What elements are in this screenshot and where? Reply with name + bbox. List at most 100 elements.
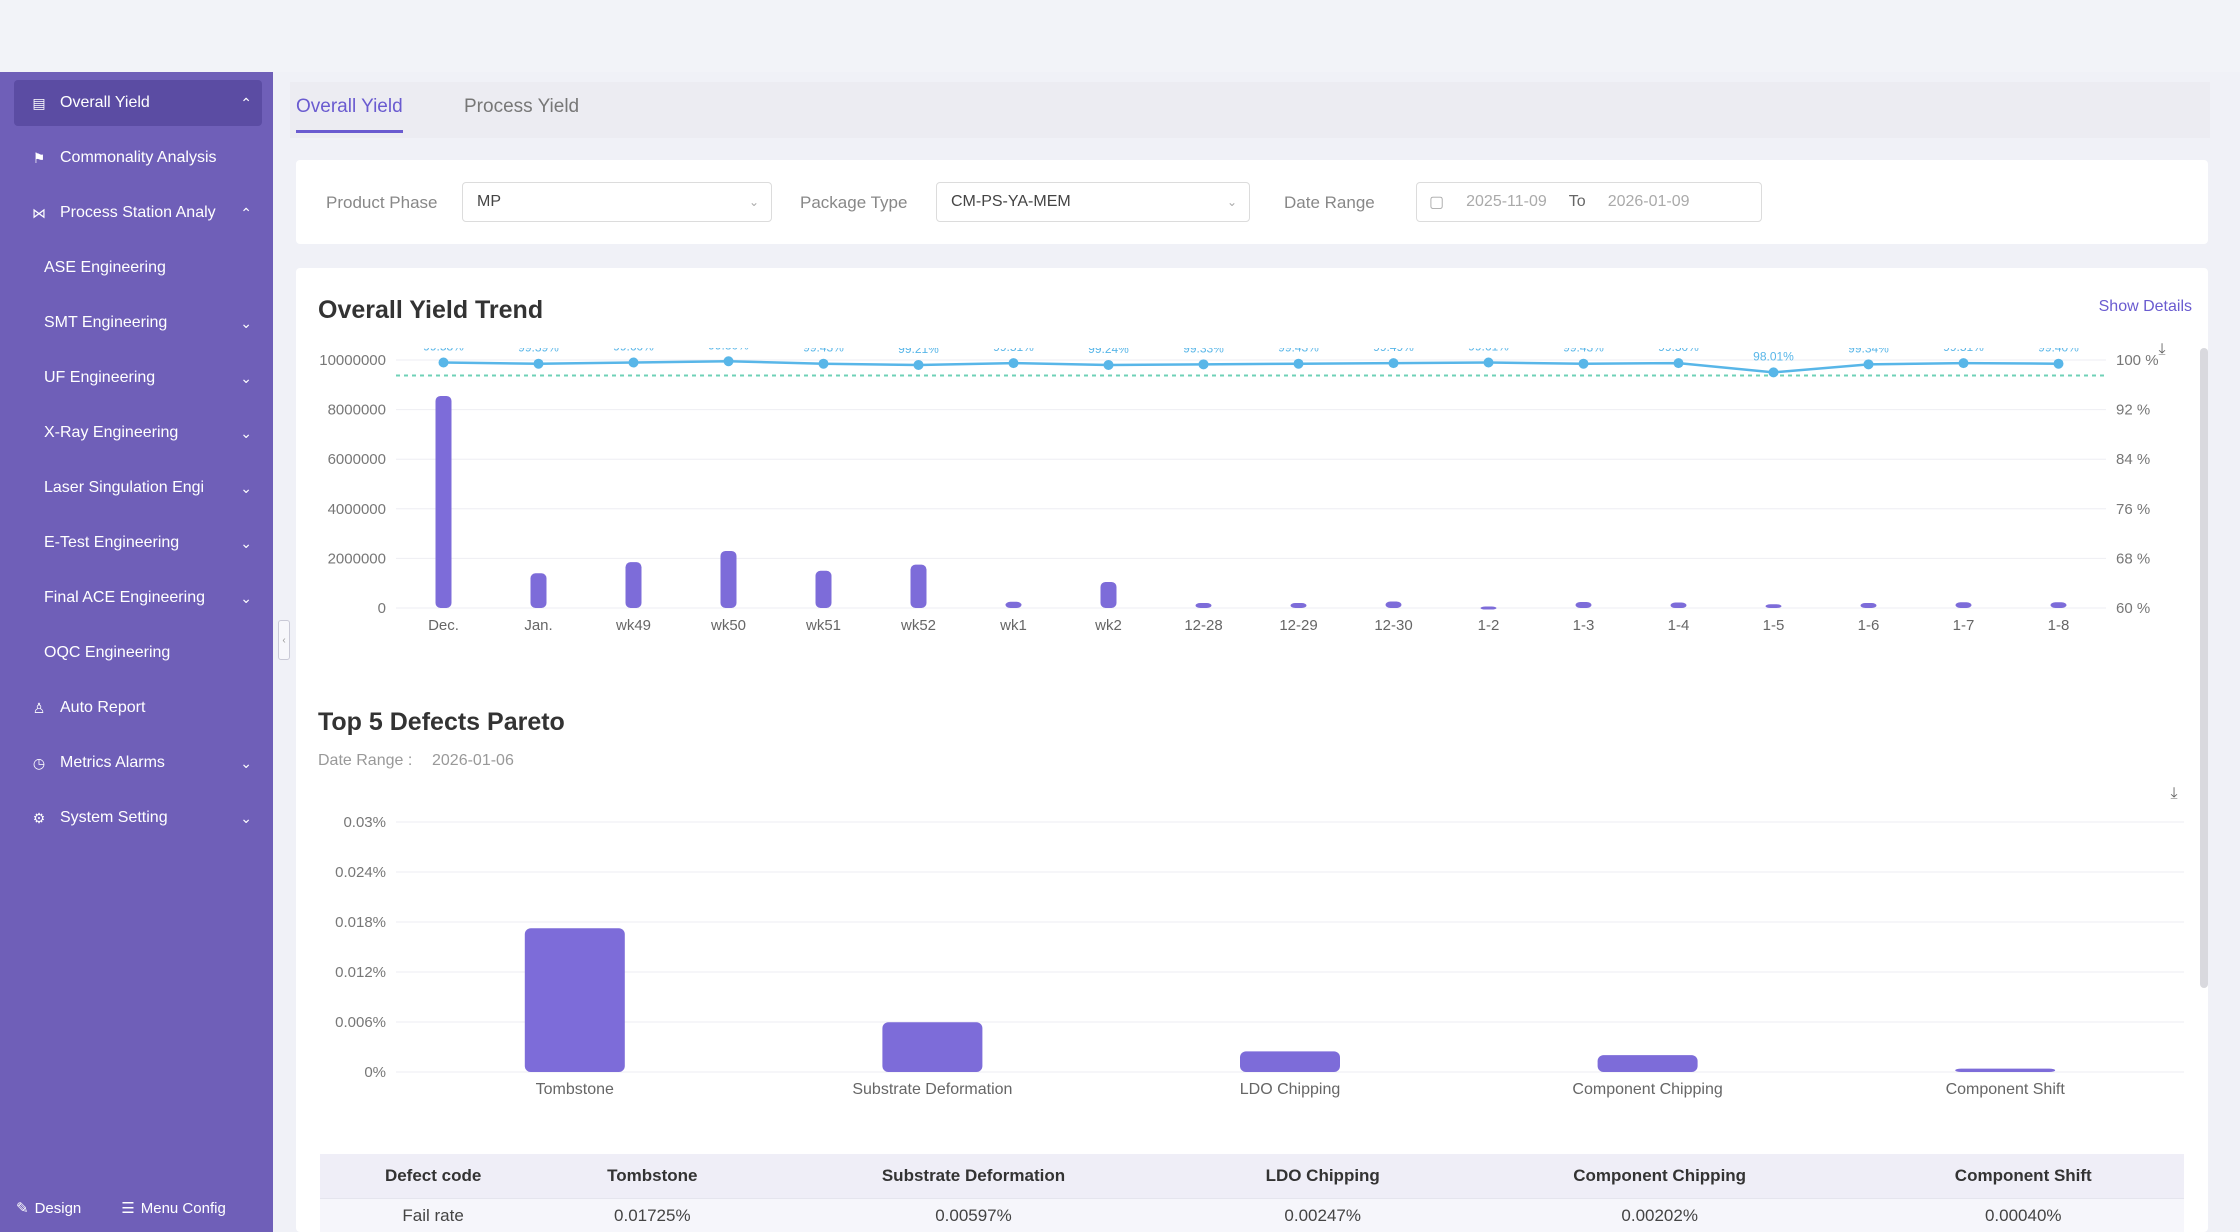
y-tick-label: 10000000 <box>319 352 386 369</box>
product-phase-value: MP <box>477 193 501 210</box>
tab-overall-yield[interactable]: Overall Yield <box>296 96 403 133</box>
y2-tick-label: 68 % <box>2116 550 2150 567</box>
table-header-cell: Component Chipping <box>1456 1154 1863 1198</box>
chevron-down-icon: ⌄ <box>240 534 252 551</box>
x-tick-label: Substrate Deformation <box>852 1081 1012 1098</box>
sidebar-item-label: Overall Yield <box>60 94 150 111</box>
menu-config-link[interactable]: ☰ Menu Config <box>121 1199 226 1218</box>
sidebar-item-metrics-alarms[interactable]: ◷ Metrics Alarms ⌄ <box>14 740 262 786</box>
date-to-separator: To <box>1568 193 1586 210</box>
flag-icon: ⚑ <box>32 149 46 166</box>
x-tick-label: 1-4 <box>1668 617 1690 634</box>
x-tick-label: 1-6 <box>1858 617 1880 634</box>
x-tick-label: 12-30 <box>1374 617 1412 634</box>
tab-bar: Overall Yield Process Yield <box>290 82 2210 138</box>
sidebar-item-label: OQC Engineering <box>44 644 171 661</box>
x-tick-label: Dec. <box>428 617 459 634</box>
chevron-down-icon: ⌄ <box>240 754 252 771</box>
alarm-icon: ◷ <box>32 754 46 771</box>
y2-tick-label: 84 % <box>2116 451 2150 468</box>
chevron-down-icon: ⌄ <box>240 809 252 826</box>
data-label: 99.24% <box>1088 348 1129 356</box>
line-point <box>1198 359 1209 370</box>
bar <box>1670 602 1687 608</box>
sidebar-item-auto-report[interactable]: ♙ Auto Report <box>14 685 262 731</box>
y-tick-label: 0.03% <box>343 814 386 831</box>
design-icon: ✎ <box>16 1200 29 1217</box>
bar <box>1100 581 1117 608</box>
sidebar-collapse-handle[interactable]: ‹ <box>278 620 290 660</box>
sidebar-item-overall-yield[interactable]: ▤ Overall Yield ⌃ <box>14 80 262 126</box>
x-tick-label: 12-28 <box>1184 617 1222 634</box>
y-tick-label: 0.006% <box>335 1014 386 1031</box>
sidebar-item-label: Auto Report <box>60 699 146 716</box>
tab-process-yield[interactable]: Process Yield <box>464 96 579 130</box>
line-point <box>913 359 924 370</box>
sidebar-item-laser-singulation-engi[interactable]: Laser Singulation Engi ⌄ <box>14 465 262 511</box>
line-point <box>1483 357 1494 368</box>
main-content-card: Overall Yield Trend Show Details ⤓ 10000… <box>296 268 2208 1232</box>
table-header-cell: LDO Chipping <box>1188 1154 1457 1198</box>
y-tick-label: 0% <box>364 1064 386 1081</box>
pareto-chart-title: Top 5 Defects Pareto <box>318 708 565 736</box>
sidebar-item-uf-engineering[interactable]: UF Engineering ⌄ <box>14 355 262 401</box>
sidebar-item-process-station-analy[interactable]: ⋈ Process Station Analy ⌃ <box>14 190 262 236</box>
sidebar-item-final-ace-engineering[interactable]: Final ACE Engineering ⌄ <box>14 575 262 621</box>
line-point <box>1863 359 1874 370</box>
product-phase-select[interactable]: MP ⌄ <box>462 182 772 222</box>
data-label: 99.80% <box>708 348 749 352</box>
date-range-picker[interactable]: ▢ 2025-11-09 To 2026-01-09 <box>1416 182 1762 222</box>
calendar-icon: ▢ <box>1429 194 1445 211</box>
scrollbar[interactable] <box>2200 348 2208 988</box>
package-type-select[interactable]: CM-PS-YA-MEM ⌄ <box>936 182 1250 222</box>
date-to[interactable]: 2026-01-09 <box>1608 193 1690 211</box>
user-icon: ♙ <box>32 699 46 716</box>
line-point <box>1388 358 1399 369</box>
sidebar-item-commonality-analysis[interactable]: ⚑ Commonality Analysis <box>14 135 262 181</box>
line-point <box>723 356 734 367</box>
bar <box>1575 602 1592 608</box>
sidebar-item-ase-engineering[interactable]: ASE Engineering <box>14 245 262 291</box>
table-cell: 0.00247% <box>1188 1197 1457 1232</box>
x-tick-label: 12-29 <box>1279 617 1317 634</box>
bar <box>1480 606 1497 610</box>
line-point <box>2053 358 2064 369</box>
download-icon[interactable]: ⤓ <box>2164 784 2184 804</box>
data-label: 99.51% <box>993 348 1034 354</box>
bar <box>1597 1055 1698 1072</box>
date-from[interactable]: 2025-11-09 <box>1466 193 1547 211</box>
show-details-link[interactable]: Show Details <box>2099 298 2192 316</box>
data-label: 99.51% <box>1943 348 1984 354</box>
nodes-icon: ⋈ <box>32 204 46 221</box>
y2-tick-label: 92 % <box>2116 402 2150 419</box>
trend-chart-title: Overall Yield Trend <box>318 296 544 324</box>
data-label: 99.43% <box>1278 348 1319 355</box>
sidebar-item-smt-engineering[interactable]: SMT Engineering ⌄ <box>14 300 262 346</box>
line-point <box>1768 367 1779 378</box>
table-header-cell: Tombstone <box>546 1154 759 1198</box>
chevron-down-icon: ⌄ <box>748 195 759 209</box>
sidebar-item-system-setting[interactable]: ⚙ System Setting ⌄ <box>14 795 262 841</box>
sidebar-item-label: System Setting <box>60 809 168 826</box>
bar <box>815 570 832 608</box>
data-label: 99.50% <box>1658 348 1699 354</box>
chevron-down-icon: ⌄ <box>240 314 252 331</box>
defect-table: Defect code Tombstone Substrate Deformatio… <box>320 1154 2184 1232</box>
data-label: 99.43% <box>803 348 844 355</box>
line-point <box>628 357 639 368</box>
bar <box>882 1022 983 1072</box>
bar <box>1290 603 1307 608</box>
bar <box>1005 601 1022 608</box>
chevron-down-icon: ⌄ <box>240 424 252 441</box>
table-header-cell: Component Shift <box>1862 1154 2184 1198</box>
x-tick-label: wk49 <box>615 617 651 634</box>
sidebar-item-oqc-engineering[interactable]: OQC Engineering <box>14 630 262 676</box>
sidebar-item-label: Commonality Analysis <box>60 149 217 166</box>
table-cell: 0.00040% <box>1862 1197 2184 1232</box>
design-link[interactable]: ✎ Design <box>16 1199 81 1218</box>
x-tick-label: Jan. <box>524 617 552 634</box>
data-label: 99.49% <box>1373 348 1414 354</box>
line-point <box>1293 358 1304 369</box>
sidebar-item-x-ray-engineering[interactable]: X-Ray Engineering ⌄ <box>14 410 262 456</box>
sidebar-item-e-test-engineering[interactable]: E-Test Engineering ⌄ <box>14 520 262 566</box>
